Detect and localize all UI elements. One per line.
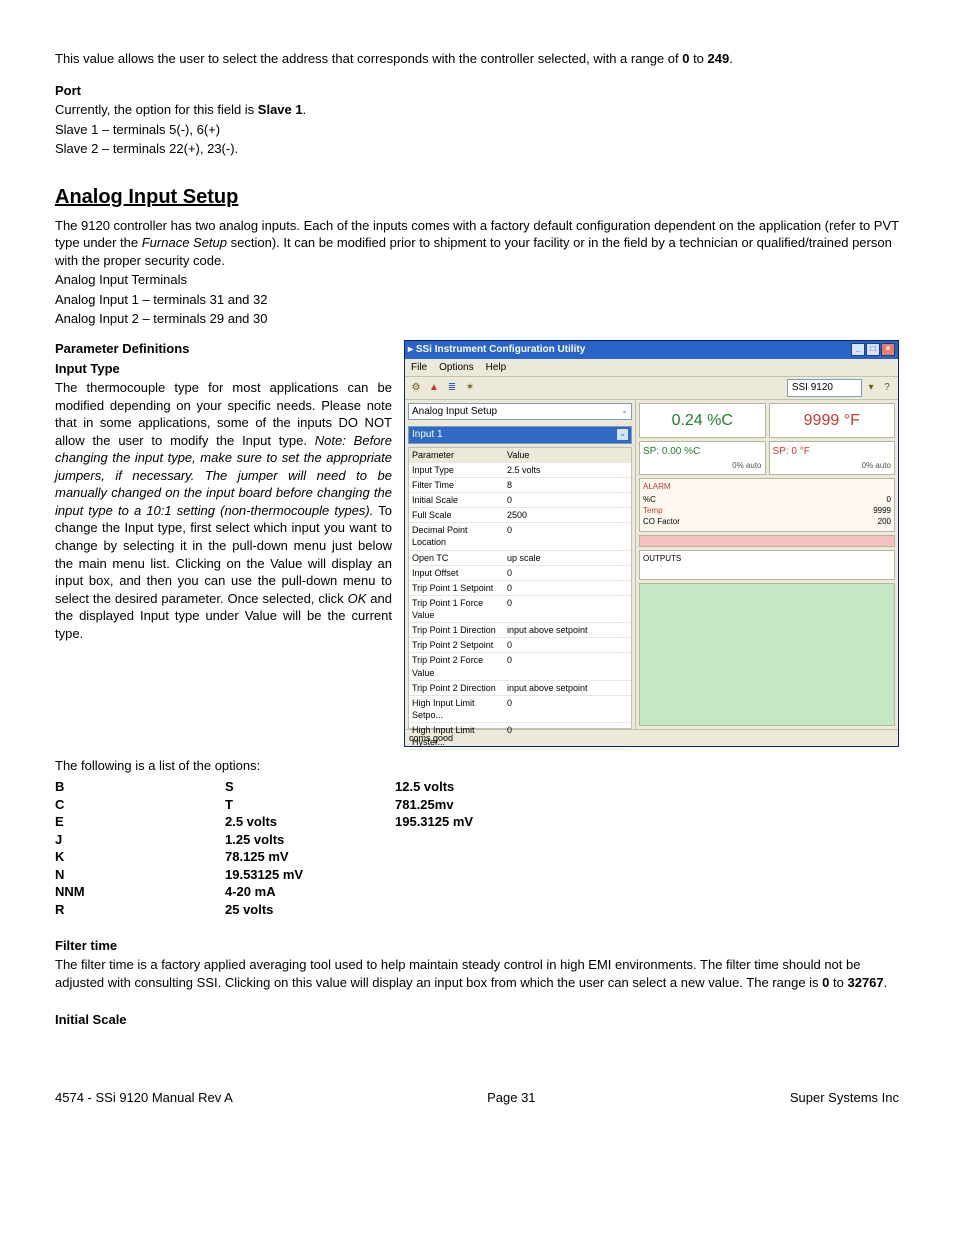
intro-range-end: 249 bbox=[708, 51, 730, 66]
device-field[interactable]: SSI 9120 bbox=[787, 379, 862, 397]
option-item: 25 volts bbox=[225, 901, 395, 919]
option-item: 78.125 mV bbox=[225, 848, 395, 866]
table-row[interactable]: Initial Scale0 bbox=[409, 493, 631, 508]
sp-temp: SP: 0 °F 0% auto bbox=[769, 441, 896, 475]
options-intro: The following is a list of the options: bbox=[55, 757, 899, 775]
analog-p2: Analog Input Terminals bbox=[55, 271, 899, 289]
analog-heading: Analog Input Setup bbox=[55, 184, 899, 211]
sp-carbon: SP: 0.00 %C 0% auto bbox=[639, 441, 766, 475]
col-value: Value bbox=[504, 448, 631, 462]
minimize-button[interactable]: _ bbox=[851, 343, 865, 356]
table-row[interactable]: Trip Point 2 Setpoint0 bbox=[409, 638, 631, 653]
close-button[interactable]: × bbox=[881, 343, 895, 356]
option-item: 781.25mv bbox=[395, 796, 565, 814]
filter-text: The filter time is a factory applied ave… bbox=[55, 956, 899, 991]
port-line1: Currently, the option for this field is … bbox=[55, 101, 899, 119]
analog-p4: Analog Input 2 – terminals 29 and 30 bbox=[55, 310, 899, 328]
port-heading: Port bbox=[55, 82, 899, 100]
pink-bar bbox=[639, 535, 895, 547]
option-item: 2.5 volts bbox=[225, 813, 395, 831]
menu-file[interactable]: File bbox=[411, 361, 427, 375]
analog-p1: The 9120 controller has two analog input… bbox=[55, 217, 899, 270]
option-item: 195.3125 mV bbox=[395, 813, 565, 831]
table-row[interactable]: Decimal Point Location0 bbox=[409, 523, 631, 550]
footer-left: 4574 - SSi 9120 Manual Rev A bbox=[55, 1089, 233, 1107]
table-row[interactable]: High Input Limit Setpo...0 bbox=[409, 696, 631, 723]
option-item: E bbox=[55, 813, 225, 831]
table-row[interactable]: Trip Point 1 Directioninput above setpoi… bbox=[409, 623, 631, 638]
input-dropdown[interactable]: Input 1⌄ bbox=[408, 426, 632, 444]
table-row[interactable]: Full Scale2500 bbox=[409, 508, 631, 523]
col-parameter: Parameter bbox=[409, 448, 504, 462]
menu-help[interactable]: Help bbox=[486, 361, 507, 375]
option-item: R bbox=[55, 901, 225, 919]
table-row[interactable]: Filter Time8 bbox=[409, 478, 631, 493]
config-utility-window: ▸ SSi Instrument Configuration Utility _… bbox=[404, 340, 899, 747]
menu-options[interactable]: Options bbox=[439, 361, 473, 375]
device-dropdown-icon[interactable]: ▾ bbox=[864, 381, 878, 395]
footer-right: Super Systems Inc bbox=[790, 1089, 899, 1107]
window-title: SSi Instrument Configuration Utility bbox=[416, 344, 585, 355]
menu-bar: File Options Help bbox=[405, 359, 898, 378]
table-row[interactable]: Input Type2.5 volts bbox=[409, 463, 631, 478]
chevron-down-icon: ⌄ bbox=[621, 406, 628, 417]
option-item: 19.53125 mV bbox=[225, 866, 395, 884]
toolbar-icon-4[interactable]: ✶ bbox=[463, 381, 477, 395]
toolbar-icon-3[interactable]: ≣ bbox=[445, 381, 459, 395]
option-item: T bbox=[225, 796, 395, 814]
maximize-button[interactable]: □ bbox=[866, 343, 880, 356]
footer-center: Page 31 bbox=[487, 1089, 535, 1107]
option-item: N bbox=[55, 866, 225, 884]
option-item: B bbox=[55, 778, 225, 796]
option-item: 1.25 volts bbox=[225, 831, 395, 849]
device-help-icon[interactable]: ? bbox=[880, 381, 894, 395]
table-row[interactable]: Input Offset0 bbox=[409, 566, 631, 581]
toolbar-icon-2[interactable]: ▲ bbox=[427, 381, 441, 395]
param-def-heading: Parameter Definitions bbox=[55, 340, 392, 358]
table-row[interactable]: Open TCup scale bbox=[409, 551, 631, 566]
analog-p3: Analog Input 1 – terminals 31 and 32 bbox=[55, 291, 899, 309]
table-row[interactable]: Trip Point 1 Setpoint0 bbox=[409, 581, 631, 596]
intro-text: This value allows the user to select the… bbox=[55, 51, 682, 66]
app-icon: ▸ bbox=[408, 344, 416, 355]
port-line2: Slave 1 – terminals 5(-), 6(+) bbox=[55, 121, 899, 139]
green-panel bbox=[639, 583, 895, 726]
options-list: BCEJKNNNMR ST2.5 volts1.25 volts78.125 m… bbox=[55, 778, 899, 918]
table-row[interactable]: Trip Point 1 Force Value0 bbox=[409, 596, 631, 623]
option-item: C bbox=[55, 796, 225, 814]
intro-paragraph: This value allows the user to select the… bbox=[55, 50, 899, 68]
option-item: 4-20 mA bbox=[225, 883, 395, 901]
setup-dropdown[interactable]: Analog Input Setup⌄ bbox=[408, 403, 632, 421]
table-row[interactable]: Trip Point 2 Force Value0 bbox=[409, 653, 631, 680]
port-line3: Slave 2 – terminals 22(+), 23(-). bbox=[55, 140, 899, 158]
parameter-table: Parameter Value Input Type2.5 voltsFilte… bbox=[408, 447, 632, 729]
option-item: 12.5 volts bbox=[395, 778, 565, 796]
initial-scale-heading: Initial Scale bbox=[55, 1011, 899, 1029]
option-item: NNM bbox=[55, 883, 225, 901]
pv-carbon: 0.24 %C bbox=[639, 403, 766, 439]
input-type-heading: Input Type bbox=[55, 360, 392, 378]
toolbar-icon-1[interactable]: ⚙ bbox=[409, 381, 423, 395]
page-footer: 4574 - SSi 9120 Manual Rev A Page 31 Sup… bbox=[55, 1089, 899, 1107]
table-row[interactable]: Trip Point 2 Directioninput above setpoi… bbox=[409, 681, 631, 696]
pv-temp: 9999 °F bbox=[769, 403, 896, 439]
outputs-box: OUTPUTS bbox=[639, 550, 895, 580]
option-item: K bbox=[55, 848, 225, 866]
window-titlebar: ▸ SSi Instrument Configuration Utility _… bbox=[405, 341, 898, 359]
filter-heading: Filter time bbox=[55, 937, 899, 955]
input-type-text: The thermocouple type for most applicati… bbox=[55, 379, 392, 642]
option-item: S bbox=[225, 778, 395, 796]
option-item: J bbox=[55, 831, 225, 849]
alarm-box: ALARM %C0 Temp9999 CO Factor200 bbox=[639, 478, 895, 531]
chevron-down-icon: ⌄ bbox=[617, 429, 628, 440]
